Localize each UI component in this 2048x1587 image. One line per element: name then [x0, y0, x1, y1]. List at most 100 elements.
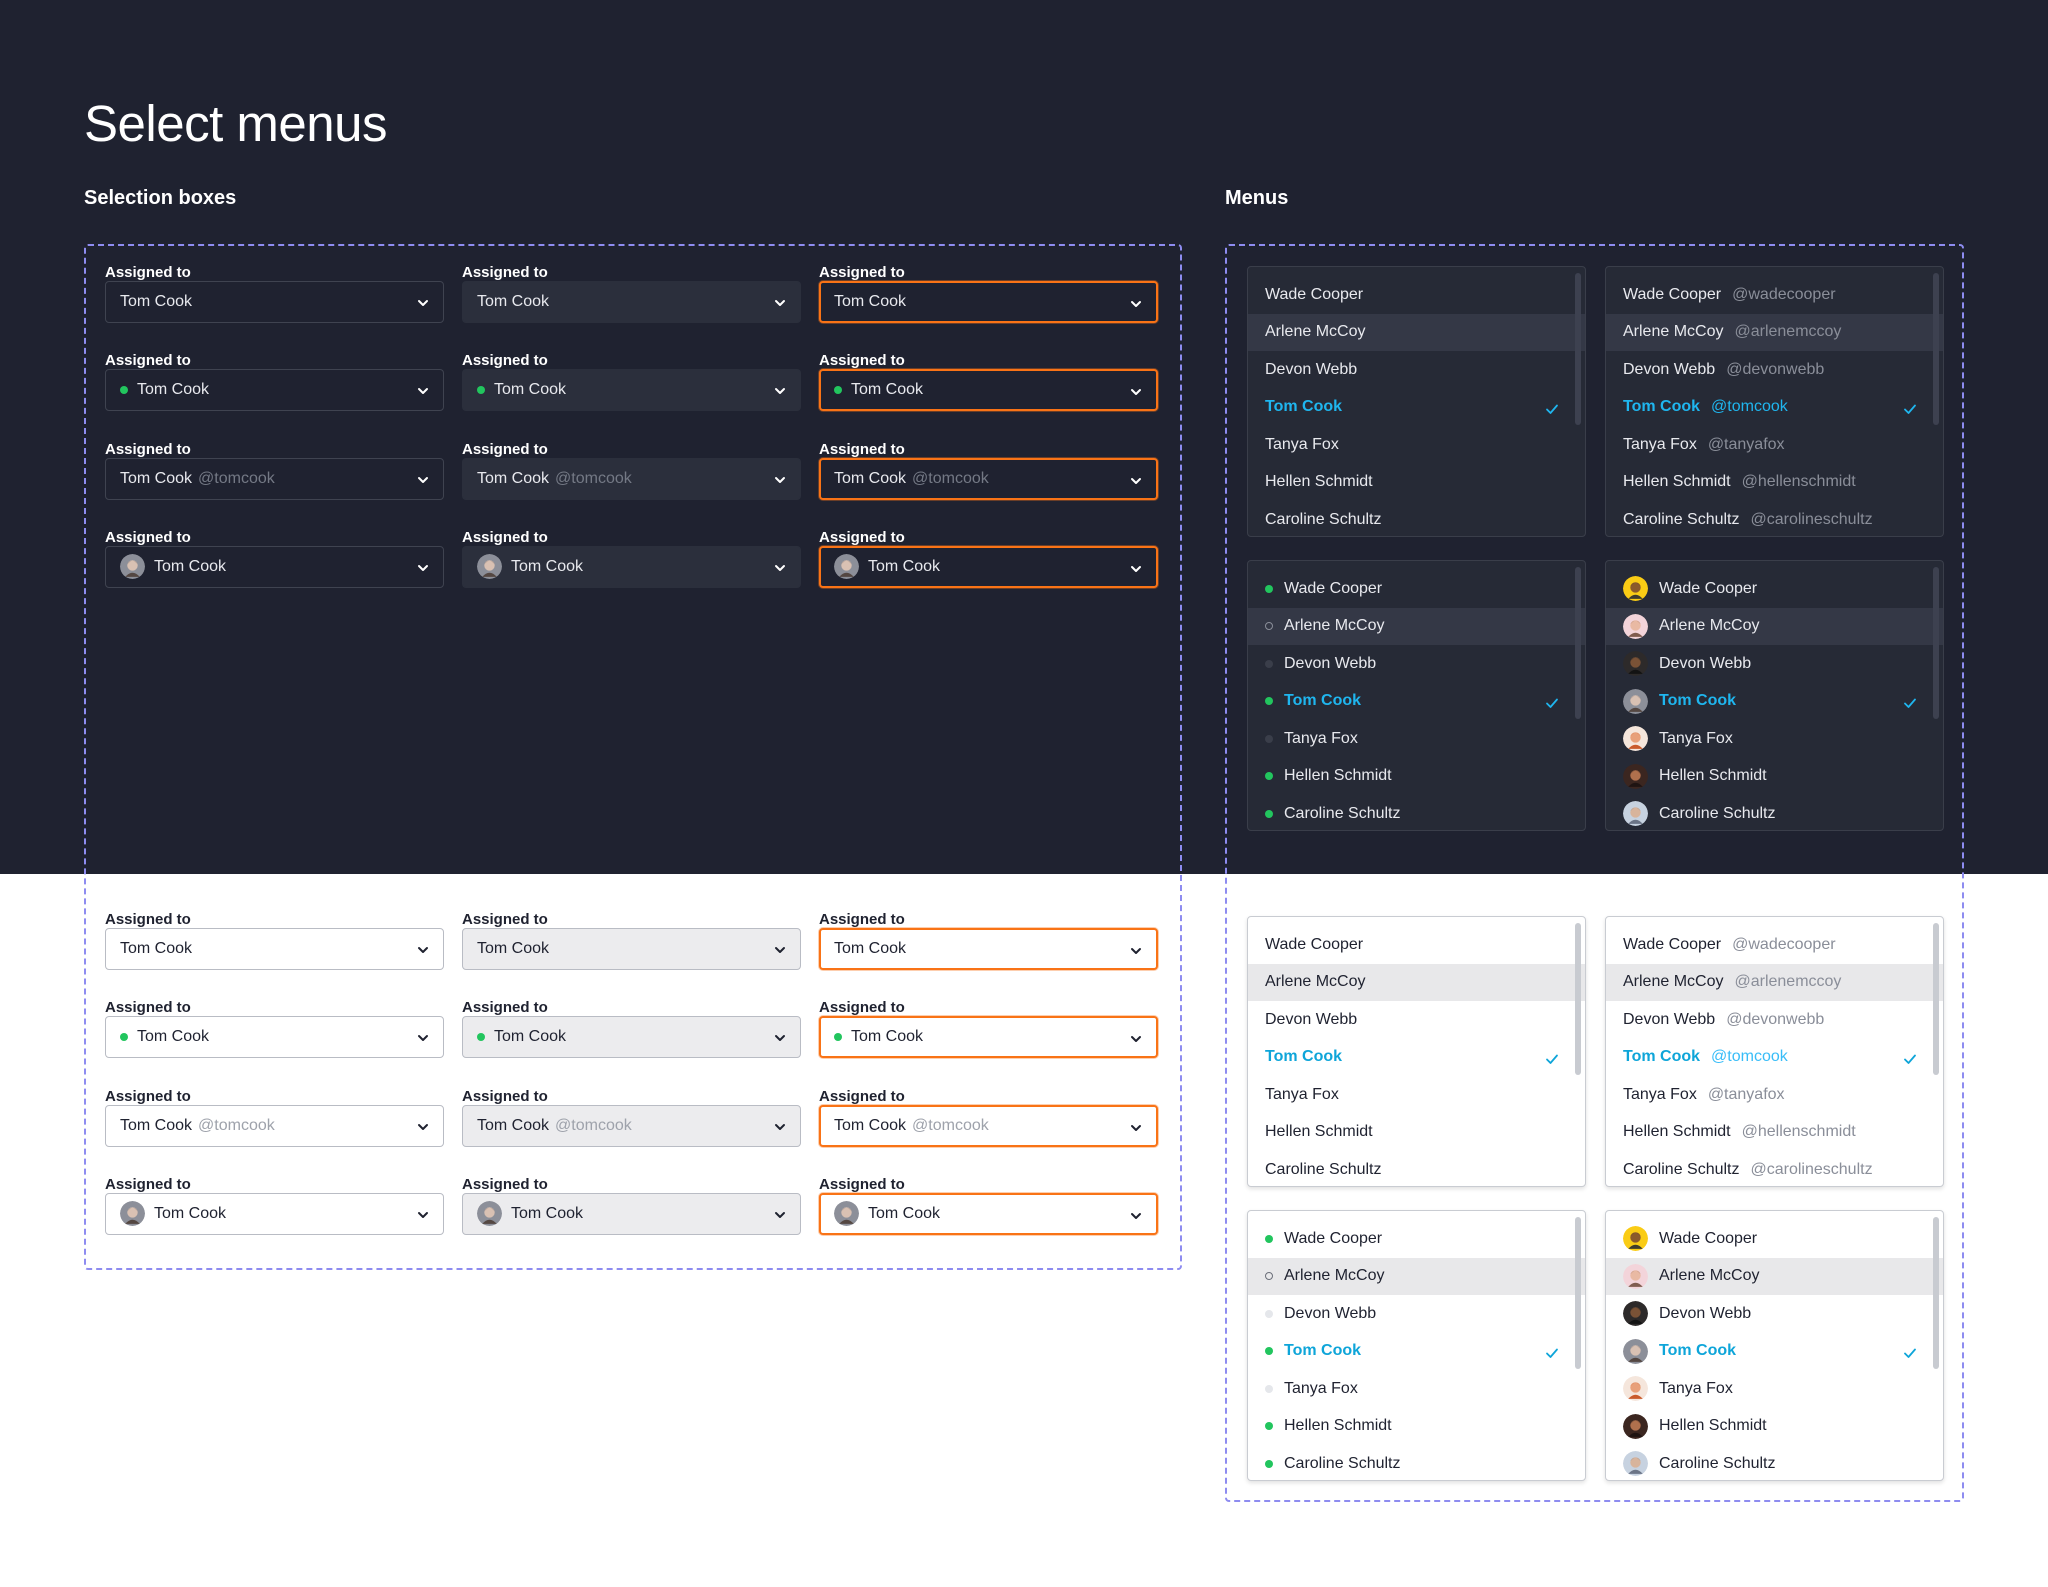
assigned-to-select[interactable]: Tom Cook [462, 369, 801, 412]
menu-scrollbar[interactable] [1575, 567, 1581, 719]
menu-option[interactable]: Arlene McCoy [1606, 1257, 1943, 1295]
menu-scrollbar[interactable] [1933, 923, 1939, 1075]
assigned-to-select[interactable]: Tom Cook [105, 369, 444, 412]
menu-option[interactable]: Arlene McCoy [1248, 1257, 1585, 1295]
menu-option[interactable]: Wade Cooper [1606, 1220, 1943, 1258]
menu-option[interactable]: Tom Cook [1248, 683, 1585, 721]
menu-option[interactable]: Wade Cooper [1248, 1220, 1585, 1258]
menu-option[interactable]: Tom Cook @tomcook [1606, 389, 1943, 427]
page-title: Select menus [84, 95, 388, 152]
menu-scrollbar[interactable] [1933, 273, 1939, 425]
assigned-to-select[interactable]: Tom Cook [819, 281, 1158, 323]
menu-scrollbar[interactable] [1575, 923, 1581, 1075]
menu-option[interactable]: Devon Webb [1248, 1001, 1585, 1039]
menu-option[interactable]: Hellen Schmidt [1606, 758, 1943, 796]
avatar-icon [120, 1201, 145, 1227]
menu-option[interactable]: Tanya Fox [1248, 1370, 1585, 1408]
menu-option[interactable]: Wade Cooper [1606, 570, 1943, 608]
menu-option[interactable]: Caroline Schultz @carolineschultz [1606, 1151, 1943, 1186]
menu-option[interactable]: Hellen Schmidt @hellenschmidt [1606, 464, 1943, 502]
chevron-down-icon [775, 1123, 785, 1130]
menu-option[interactable]: Hellen Schmidt @hellenschmidt [1606, 1114, 1943, 1152]
assigned-to-select[interactable]: Tom Cook [462, 281, 801, 323]
assigned-to-select[interactable]: Tom Cook [105, 1192, 444, 1235]
menu-option[interactable]: Arlene McCoy [1248, 313, 1585, 351]
menu-option[interactable]: Wade Cooper [1248, 276, 1585, 314]
assigned-to-select[interactable]: Tom Cook @tomcook [462, 1104, 801, 1147]
menu-option[interactable]: Caroline Schultz [1248, 501, 1585, 536]
menu-option[interactable]: Caroline Schultz @carolineschultz [1606, 501, 1943, 536]
menu-option[interactable]: Hellen Schmidt [1248, 464, 1585, 502]
assigned-to-select[interactable]: Tom Cook [462, 928, 801, 970]
chevron-down-icon [418, 1035, 428, 1042]
assigned-to-select[interactable]: Tom Cook [105, 928, 444, 970]
assigned-to-select[interactable]: Tom Cook @tomcook [819, 1104, 1158, 1147]
menu-option[interactable]: Tom Cook @tomcook [1606, 1039, 1943, 1077]
menu-option[interactable]: Caroline Schultz [1248, 795, 1585, 830]
menu-option[interactable]: Tom Cook [1248, 1039, 1585, 1077]
menu-option[interactable]: Devon Webb [1606, 645, 1943, 683]
menu-scrollbar[interactable] [1575, 273, 1581, 425]
assigned-to-select[interactable]: Tom Cook [462, 545, 801, 588]
assignee-options: Wade Cooper Arlene McCoy Devon Webb Tom Coo… [1248, 561, 1585, 830]
selected-value: Tom Cook [120, 293, 193, 310]
status-dot-icon [1265, 1234, 1273, 1243]
option-handle: @devonwebb [1726, 360, 1825, 378]
assigned-to-select[interactable]: Tom Cook @tomcook [105, 457, 444, 500]
menu-option[interactable]: Devon Webb [1248, 645, 1585, 683]
option-name: Hellen Schmidt [1265, 1123, 1373, 1141]
assigned-to-select[interactable]: Tom Cook [819, 1192, 1158, 1235]
option-handle: @tomcook [1711, 398, 1788, 416]
menu-option[interactable]: Devon Webb [1248, 351, 1585, 389]
menu-option[interactable]: Arlene McCoy [1248, 963, 1585, 1001]
menu-option[interactable]: Devon Webb [1248, 1295, 1585, 1333]
menu-scrollbar[interactable] [1575, 1217, 1581, 1369]
menu-option[interactable]: Tanya Fox [1248, 1076, 1585, 1114]
assigned-to-select[interactable]: Tom Cook @tomcook [819, 457, 1158, 500]
menu-option[interactable]: Tom Cook [1248, 389, 1585, 427]
menu-option[interactable]: Devon Webb @devonwebb [1606, 1001, 1943, 1039]
menu-option[interactable]: Wade Cooper [1248, 570, 1585, 608]
menu-option[interactable]: Hellen Schmidt [1248, 1408, 1585, 1446]
menu-option[interactable]: Tanya Fox [1606, 720, 1943, 758]
menu-option[interactable]: Caroline Schultz [1248, 1445, 1585, 1480]
menu-scrollbar[interactable] [1933, 567, 1939, 719]
option-name: Hellen Schmidt [1623, 473, 1731, 491]
menu-option[interactable]: Tom Cook [1248, 1333, 1585, 1371]
assigned-to-select[interactable]: Tom Cook [105, 545, 444, 588]
assigned-to-select[interactable]: Tom Cook [105, 281, 444, 323]
menu-option[interactable]: Wade Cooper @wadecooper [1606, 926, 1943, 964]
menu-option[interactable]: Devon Webb [1606, 1295, 1943, 1333]
assigned-to-select[interactable]: Tom Cook [462, 1016, 801, 1059]
menu-option[interactable]: Tanya Fox [1248, 720, 1585, 758]
menu-option[interactable]: Caroline Schultz [1606, 795, 1943, 830]
menu-option[interactable]: Arlene McCoy @arlenemccoy [1606, 313, 1943, 351]
menu-option[interactable]: Hellen Schmidt [1248, 758, 1585, 796]
menu-option[interactable]: Arlene McCoy [1248, 607, 1585, 645]
menu-option[interactable]: Tanya Fox [1248, 426, 1585, 464]
menu-option[interactable]: Tom Cook [1606, 683, 1943, 721]
menu-option[interactable]: Tanya Fox @tanyafox [1606, 1076, 1943, 1114]
menu-option[interactable]: Caroline Schultz [1606, 1445, 1943, 1480]
menu-option[interactable]: Hellen Schmidt [1248, 1114, 1585, 1152]
menu-option[interactable]: Hellen Schmidt [1606, 1408, 1943, 1446]
menu-option[interactable]: Caroline Schultz [1248, 1151, 1585, 1186]
assigned-to-select[interactable]: Tom Cook [105, 1016, 444, 1059]
menu-option[interactable]: Tom Cook [1606, 1333, 1943, 1371]
menu-option[interactable]: Arlene McCoy @arlenemccoy [1606, 963, 1943, 1001]
assigned-to-select[interactable]: Tom Cook @tomcook [105, 1104, 444, 1147]
assigned-to-select[interactable]: Tom Cook [819, 1016, 1158, 1059]
assigned-to-select[interactable]: Tom Cook [462, 1192, 801, 1235]
assigned-to-select[interactable]: Tom Cook [819, 928, 1158, 970]
assigned-to-select[interactable]: Tom Cook [819, 545, 1158, 588]
menu-option[interactable]: Tanya Fox @tanyafox [1606, 426, 1943, 464]
menu-option[interactable]: Arlene McCoy [1606, 607, 1943, 645]
assigned-to-select[interactable]: Tom Cook [819, 369, 1158, 412]
assigned-to-select[interactable]: Tom Cook @tomcook [462, 457, 801, 500]
option-name: Caroline Schultz [1284, 804, 1401, 822]
menu-option[interactable]: Devon Webb @devonwebb [1606, 351, 1943, 389]
menu-option[interactable]: Wade Cooper @wadecooper [1606, 276, 1943, 314]
menu-scrollbar[interactable] [1933, 1217, 1939, 1369]
menu-option[interactable]: Wade Cooper [1248, 926, 1585, 964]
menu-option[interactable]: Tanya Fox [1606, 1370, 1943, 1408]
